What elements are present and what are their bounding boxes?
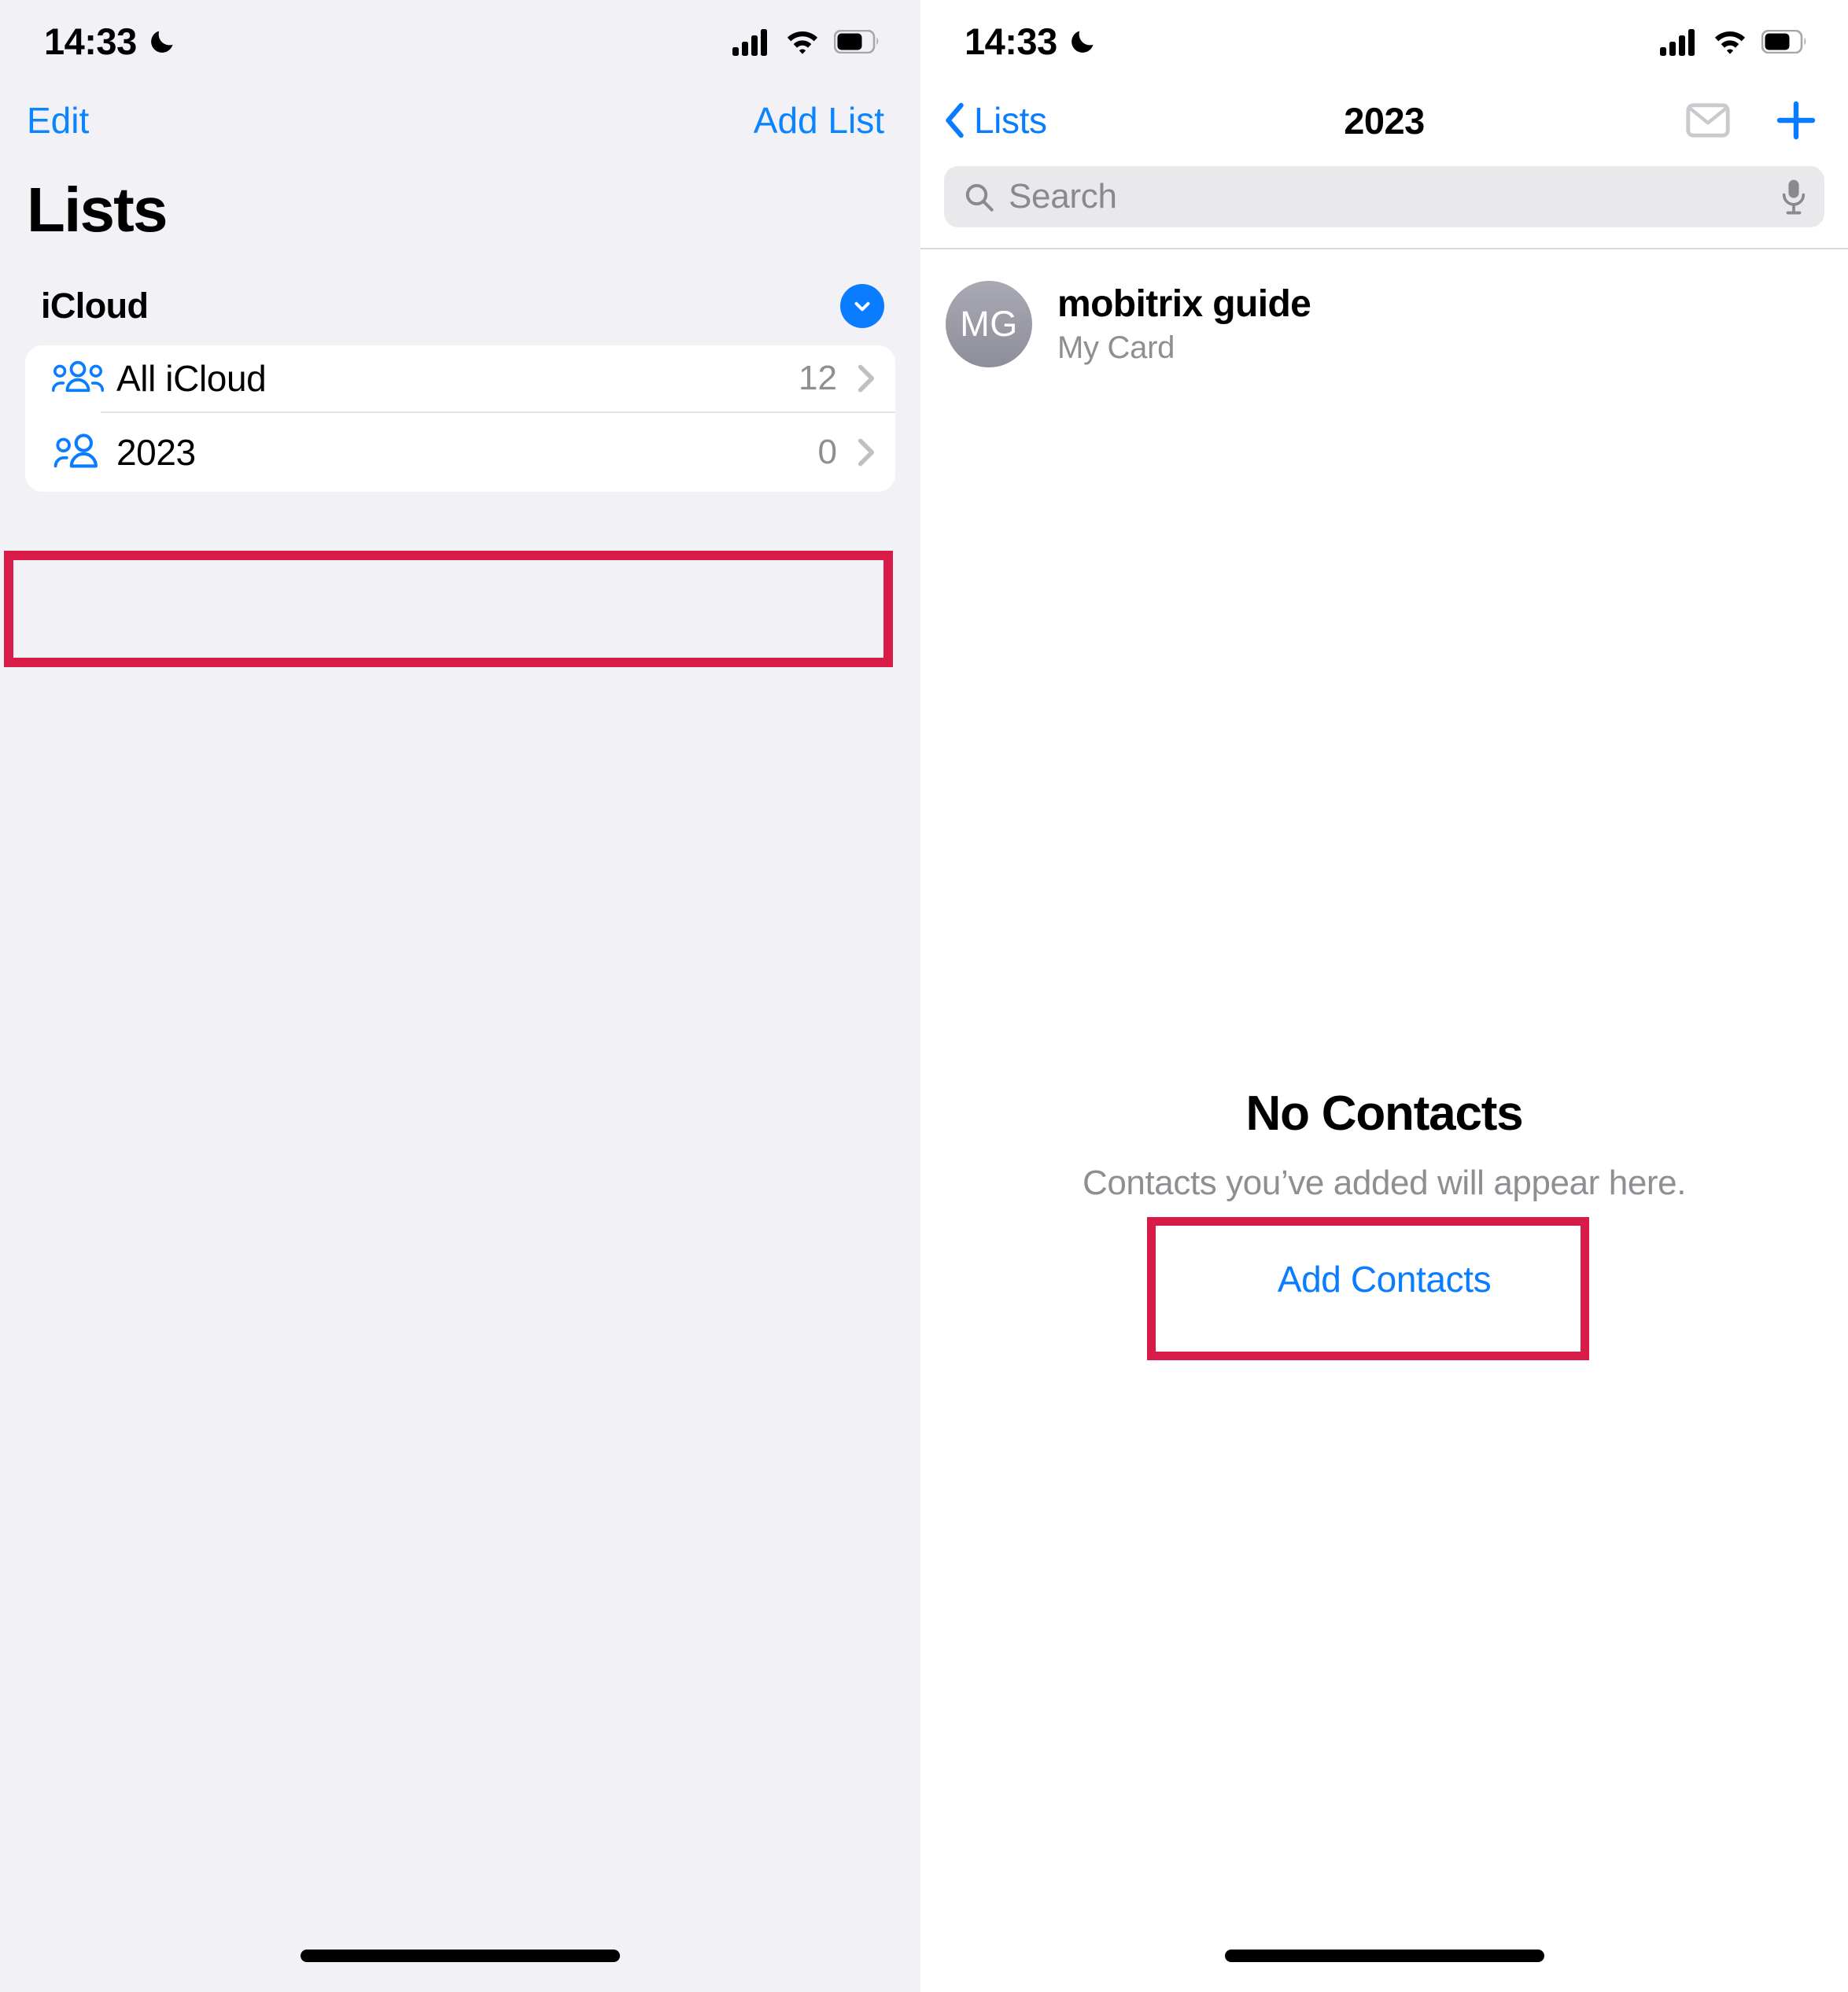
my-card-subtitle: My Card: [1057, 330, 1175, 365]
two-persons-icon: [52, 430, 104, 474]
status-bar-right-group: [732, 28, 880, 56]
chevron-left-icon: [946, 102, 964, 138]
chevron-down-icon: [854, 301, 870, 312]
page-title: Lists: [27, 175, 168, 245]
three-persons-icon: [52, 356, 104, 400]
status-time: 14:33: [965, 20, 1057, 62]
add-list-button[interactable]: Add List: [754, 102, 884, 138]
home-indicator: [1224, 1950, 1544, 1962]
status-time: 14:33: [44, 20, 137, 62]
collapse-section-button[interactable]: [840, 284, 884, 328]
chevron-right-icon: [858, 364, 875, 393]
plus-icon[interactable]: [1774, 98, 1818, 142]
cellular-signal-icon: [732, 28, 767, 56]
search-placeholder: Search: [1009, 177, 1117, 216]
contacts-nav-bar: Lists 2023: [920, 83, 1848, 158]
status-bar-left-group: 14:33: [965, 20, 1097, 63]
add-contacts-button[interactable]: Add Contacts: [1278, 1258, 1492, 1300]
section-title-icloud: iCloud: [41, 286, 149, 326]
list-item-label: All iCloud: [116, 358, 267, 399]
status-bar-right: 14:33: [920, 0, 1848, 83]
screenshot-root: 14:33 Edit Add List Lists iCloud All iCl…: [0, 0, 1848, 1992]
icloud-section-header: iCloud: [0, 242, 920, 345]
my-card-text: mobitrix guide My Card: [1057, 282, 1311, 366]
lists-screen: 14:33 Edit Add List Lists iCloud All iCl…: [0, 0, 920, 1992]
contacts-list-screen: 14:33 Lists 2023 Search MG mobitrix guid…: [920, 0, 1848, 1992]
back-button-label: Lists: [974, 100, 1047, 141]
home-indicator: [301, 1950, 620, 1962]
list-item-2023[interactable]: 2023 0: [25, 413, 895, 492]
empty-state: No Contacts Contacts you’ve added will a…: [920, 1086, 1848, 1300]
microphone-icon[interactable]: [1780, 179, 1807, 215]
lists-nav-bar: Edit Add List: [0, 83, 920, 158]
nav-actions: [1686, 98, 1818, 142]
list-item-label: 2023: [116, 432, 196, 473]
highlight-box-2023: [4, 551, 893, 667]
battery-icon: [1761, 29, 1806, 53]
wifi-icon: [787, 31, 818, 54]
chevron-right-icon: [858, 438, 875, 467]
avatar-initials: MG: [960, 304, 1018, 344]
do-not-disturb-moon-icon: [150, 31, 173, 53]
edit-button[interactable]: Edit: [27, 102, 89, 138]
status-bar-right-group: [1659, 28, 1807, 56]
list-item-count: 0: [817, 433, 837, 471]
my-card-row[interactable]: MG mobitrix guide My Card: [920, 249, 1848, 399]
search-input[interactable]: Search: [944, 166, 1824, 227]
my-card-name: mobitrix guide: [1057, 283, 1311, 325]
back-to-lists-button[interactable]: Lists: [944, 99, 1047, 142]
cellular-signal-icon: [1660, 28, 1695, 56]
status-bar-left-group: 14:33: [44, 20, 176, 63]
envelope-icon[interactable]: [1686, 103, 1730, 138]
lists-card: All iCloud 12 2023 0: [25, 345, 895, 492]
empty-state-title: No Contacts: [1245, 1086, 1524, 1141]
list-item-all-icloud[interactable]: All iCloud 12: [25, 345, 895, 411]
empty-state-subtitle: Contacts you’ve added will appear here.: [1082, 1164, 1687, 1202]
search-container: Search: [920, 158, 1848, 248]
list-item-count: 12: [799, 359, 837, 397]
search-icon: [965, 183, 994, 212]
status-bar-left: 14:33: [0, 0, 920, 83]
avatar: MG: [946, 281, 1032, 367]
do-not-disturb-moon-icon: [1071, 31, 1094, 53]
wifi-icon: [1714, 31, 1746, 54]
battery-icon: [834, 29, 879, 53]
